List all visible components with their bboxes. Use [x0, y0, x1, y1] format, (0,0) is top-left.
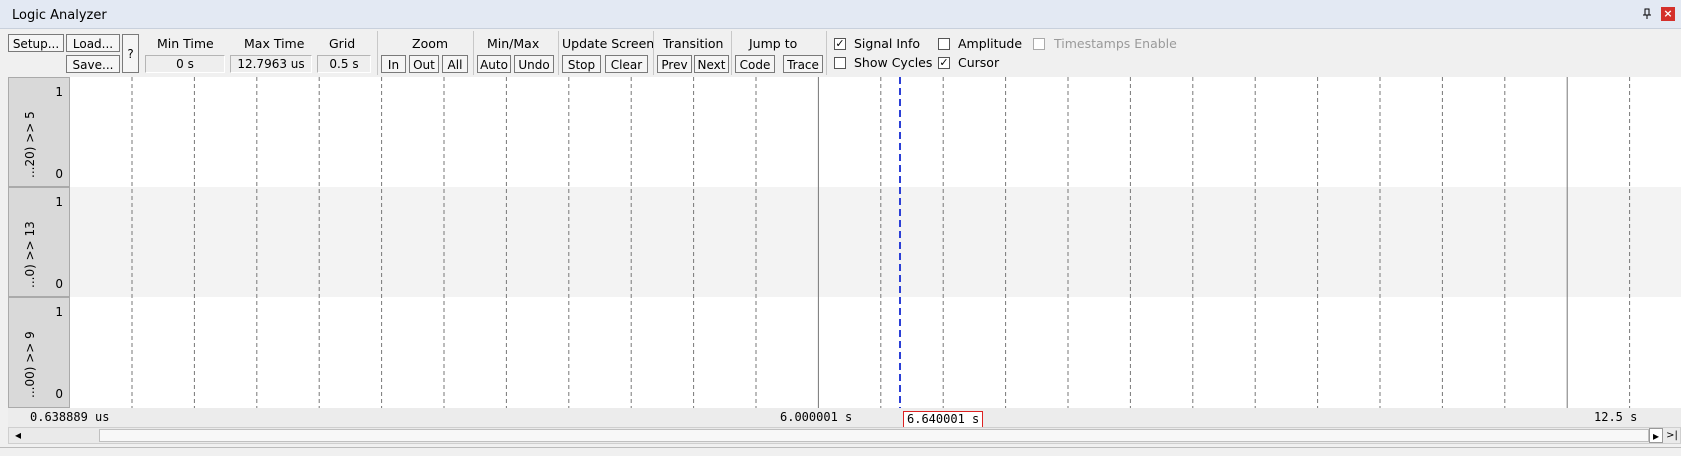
timestamps-enable-label: Timestamps Enable	[1054, 36, 1177, 51]
transition-next-button[interactable]: Next	[694, 55, 729, 73]
signal-low-value: 0	[55, 277, 63, 291]
time-start-label: 0.638889 us	[30, 410, 110, 424]
max-time-label: Max Time	[244, 36, 305, 51]
jump-trace-button[interactable]: Trace	[783, 55, 823, 73]
signal-low-value: 0	[55, 387, 63, 401]
min-time-label: Min Time	[157, 36, 214, 51]
signal-info-label: Signal Info	[854, 36, 921, 51]
minmax-label: Min/Max	[487, 36, 540, 51]
load-button[interactable]: Load...	[66, 34, 120, 52]
setup-button[interactable]: Setup...	[8, 34, 64, 52]
help-button[interactable]: ?	[122, 34, 139, 73]
amplitude-checkbox[interactable]	[938, 38, 950, 50]
separator	[653, 31, 654, 75]
zoom-label: Zoom	[412, 36, 449, 51]
signal-high-value: 1	[55, 305, 63, 319]
grid-overlay	[131, 77, 1631, 408]
save-button[interactable]: Save...	[66, 55, 120, 73]
signal-name: ...0) >> 13	[23, 221, 37, 288]
zoom-in-button[interactable]: In	[381, 55, 406, 73]
separator	[377, 31, 378, 75]
signal-label: ...0) >> 13 1 0	[8, 187, 70, 297]
grid-label: Grid	[329, 36, 356, 51]
grid-value: 0.5 s	[317, 55, 371, 73]
signal-name: ...20) >> 5	[23, 111, 37, 178]
min-time-value: 0 s	[145, 55, 225, 73]
cursor-time-label: 6.640001 s	[903, 411, 984, 428]
time-mid-label: 6.000001 s	[780, 410, 853, 424]
transition-prev-button[interactable]: Prev	[657, 55, 692, 73]
signal-high-value: 1	[55, 195, 63, 209]
zoom-out-button[interactable]: Out	[409, 55, 439, 73]
signal-low-value: 0	[55, 167, 63, 181]
show-cycles-checkbox[interactable]	[834, 57, 846, 69]
signal-info-checkbox[interactable]: ✓	[834, 38, 846, 50]
title-bar: Logic Analyzer ×	[0, 0, 1681, 29]
horizontal-scrollbar[interactable]: ◂ ▸ >|	[8, 427, 1681, 444]
separator	[826, 31, 827, 75]
signal-high-value: 1	[55, 85, 63, 99]
update-stop-button[interactable]: Stop	[562, 55, 601, 73]
time-end-label: 12.5 s	[1594, 410, 1638, 424]
cursor-checkbox[interactable]: ✓	[938, 57, 950, 69]
zoom-all-button[interactable]: All	[442, 55, 468, 73]
waveform-area[interactable]: ...20) >> 5 1 0 ...0) >> 13 1 0 ...00) >…	[8, 77, 1681, 408]
minmax-auto-button[interactable]: Auto	[477, 55, 511, 73]
scroll-end-icon[interactable]: >|	[1664, 428, 1680, 443]
show-cycles-label: Show Cycles	[854, 55, 933, 70]
signal-name: ...00) >> 9	[23, 331, 37, 398]
close-icon[interactable]: ×	[1661, 7, 1675, 21]
max-time-value: 12.7963 us	[230, 55, 312, 73]
minmax-undo-button[interactable]: Undo	[514, 55, 554, 73]
signal-label: ...20) >> 5 1 0	[8, 77, 70, 187]
cursor-label: Cursor	[958, 55, 1000, 70]
pin-icon[interactable]	[1641, 8, 1653, 20]
signal-label: ...00) >> 9 1 0	[8, 297, 70, 408]
scrollbar-thumb[interactable]	[99, 429, 1649, 442]
window-title: Logic Analyzer	[12, 8, 107, 23]
update-clear-button[interactable]: Clear	[605, 55, 648, 73]
separator	[558, 31, 559, 75]
transition-label: Transition	[663, 36, 724, 51]
separator	[473, 31, 474, 75]
jump-to-label: Jump to	[749, 36, 798, 51]
jump-code-button[interactable]: Code	[735, 55, 775, 73]
toolbar: Setup... Load... Save... ? Min Time 0 s …	[0, 29, 1681, 77]
separator	[731, 31, 732, 75]
scroll-left-icon[interactable]: ◂	[11, 428, 25, 443]
time-axis: 0.638889 us 6.000001 s 6.640001 s 12.5 s	[8, 408, 1681, 428]
timestamps-enable-checkbox[interactable]	[1033, 38, 1045, 50]
scroll-right-icon[interactable]: ▸	[1649, 428, 1663, 443]
amplitude-label: Amplitude	[958, 36, 1023, 51]
grid-lines	[131, 77, 1631, 408]
update-screen-label: Update Screen	[562, 36, 655, 51]
